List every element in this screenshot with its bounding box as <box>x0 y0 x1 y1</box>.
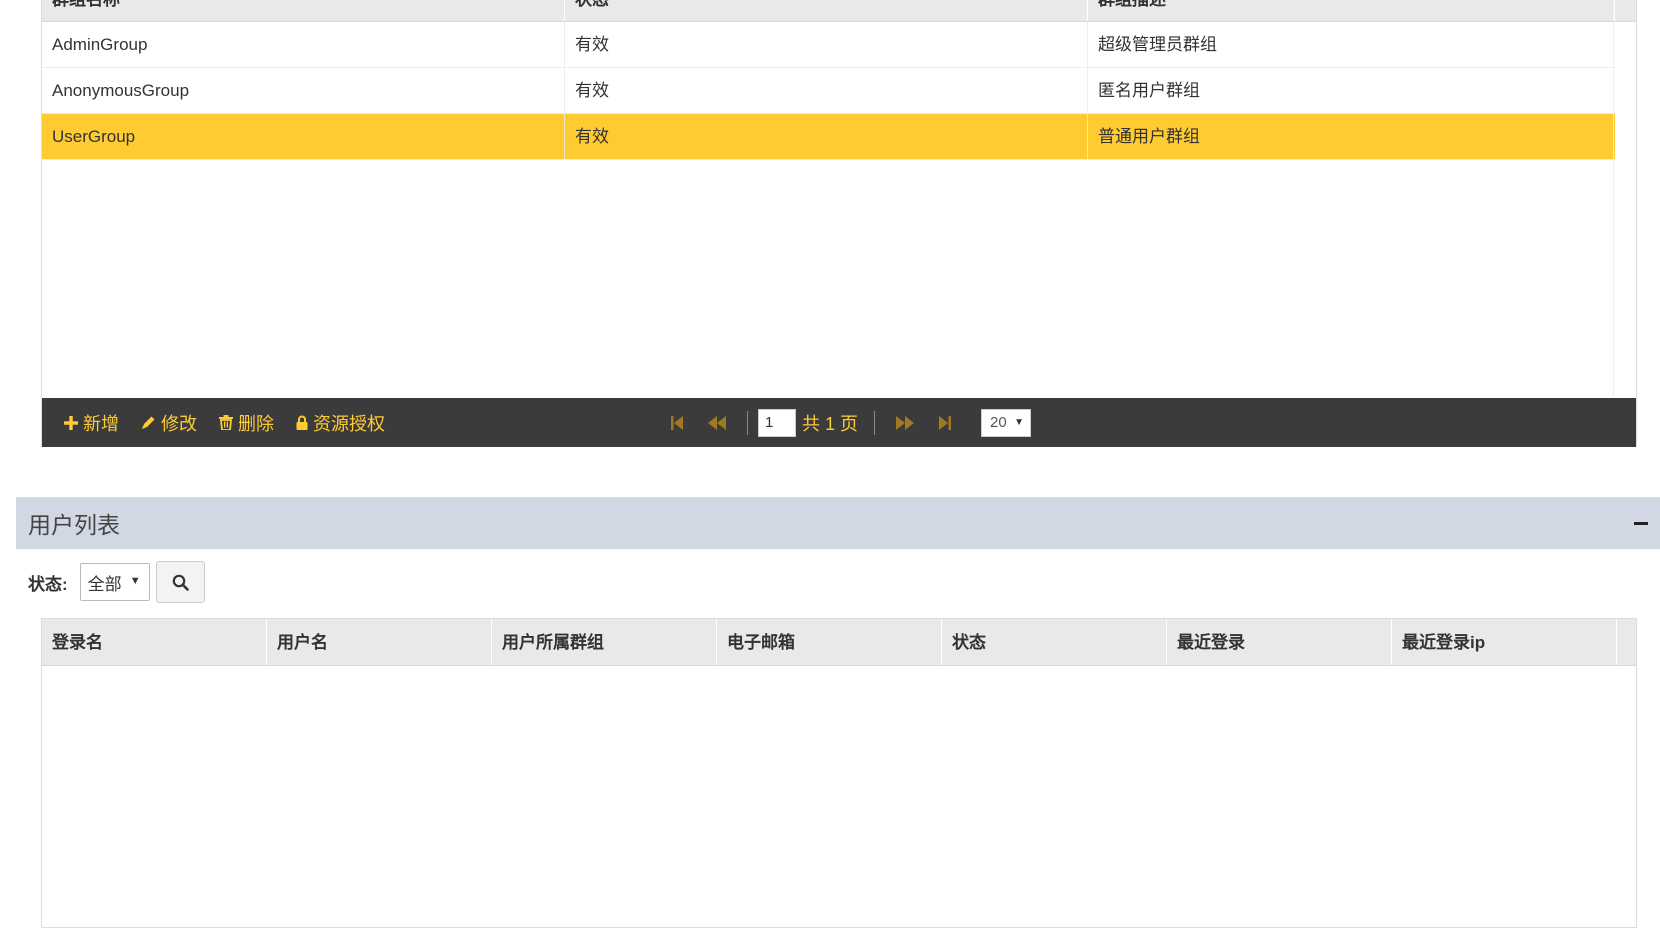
page-number-input[interactable] <box>758 408 796 437</box>
pager-separator <box>747 410 748 435</box>
dropdown-arrow-icon: ▼ <box>1014 416 1025 428</box>
group-status-cell: 有效 <box>565 114 1088 159</box>
first-page-button[interactable] <box>663 409 691 437</box>
group-grid-header: 群组名称 状态 群组描述 <box>42 0 1636 22</box>
add-label: 新增 <box>83 413 119 434</box>
toolbar-actions: 新增 修改 删除 资源授权 <box>42 410 657 436</box>
pencil-icon <box>141 415 156 430</box>
delete-label: 删除 <box>238 413 274 434</box>
column-header-user-groups[interactable]: 用户所属群组 <box>492 619 717 665</box>
users-filter-bar: 状态: 全部 ▼ <box>28 561 205 603</box>
resource-auth-button[interactable]: 资源授权 <box>296 410 385 436</box>
next-page-button[interactable] <box>891 409 919 437</box>
edit-button[interactable]: 修改 <box>141 410 197 436</box>
table-row[interactable]: AnonymousGroup 有效 匿名用户群组 <box>42 68 1615 114</box>
lock-icon <box>296 415 308 430</box>
table-row-selected[interactable]: UserGroup 有效 普通用户群组 <box>42 114 1615 160</box>
grid-toolbar: 新增 修改 删除 资源授权 1 共 1 页 20 ▼ <box>42 398 1636 447</box>
plus-icon <box>64 415 78 430</box>
group-desc-cell: 匿名用户群组 <box>1098 81 1200 100</box>
page-size-select[interactable]: 20 ▼ <box>981 408 1032 437</box>
status-filter-select[interactable]: 全部 ▼ <box>79 563 150 601</box>
column-header-last-login-ip[interactable]: 最近登录ip <box>1392 619 1617 665</box>
status-filter-value: 全部 <box>87 574 122 594</box>
pager-separator <box>874 410 876 435</box>
group-desc-cell: 超级管理员群组 <box>1098 35 1217 54</box>
first-page-icon <box>671 415 683 430</box>
page-total-text: 共 1 页 <box>802 413 859 434</box>
last-page-button[interactable] <box>931 409 959 437</box>
search-icon <box>172 574 189 591</box>
column-header-login-name[interactable]: 登录名 <box>42 619 267 665</box>
edit-label: 修改 <box>161 413 197 434</box>
column-header-group-desc[interactable]: 群组描述 <box>1088 0 1615 21</box>
last-page-icon <box>939 415 952 430</box>
page-size-value: 20 <box>990 414 1007 431</box>
group-desc-cell: 普通用户群组 <box>1098 127 1200 146</box>
users-section-header: 用户列表 <box>16 497 1660 549</box>
prev-page-button[interactable] <box>703 409 731 437</box>
column-header-group-name[interactable]: 群组名称 <box>42 0 565 21</box>
prev-page-icon <box>708 415 726 430</box>
grid-scroll-gutter <box>1613 0 1636 397</box>
group-name-cell: AnonymousGroup <box>42 68 565 113</box>
column-header-email[interactable]: 电子邮箱 <box>717 619 942 665</box>
users-grid-header: 登录名 用户名 用户所属群组 电子邮箱 状态 最近登录 最近登录ip <box>42 619 1636 666</box>
group-name-cell: UserGroup <box>42 114 565 159</box>
group-name-cell: AdminGroup <box>42 22 565 67</box>
header-gutter <box>1617 619 1636 665</box>
column-header-status[interactable]: 状态 <box>565 0 1088 21</box>
search-button[interactable] <box>155 561 205 603</box>
add-button[interactable]: 新增 <box>64 410 119 436</box>
column-header-status[interactable]: 状态 <box>942 619 1167 665</box>
column-header-user-name[interactable]: 用户名 <box>267 619 492 665</box>
users-grid-panel: 登录名 用户名 用户所属群组 电子邮箱 状态 最近登录 最近登录ip <box>41 618 1637 928</box>
column-header-last-login[interactable]: 最近登录 <box>1167 619 1392 665</box>
collapse-icon[interactable] <box>1634 521 1648 525</box>
status-filter-label: 状态: <box>28 574 68 594</box>
pagination: 共 1 页 20 ▼ <box>657 408 1032 437</box>
resource-auth-label: 资源授权 <box>313 413 385 434</box>
dropdown-arrow-icon: ▼ <box>129 575 141 587</box>
group-status-cell: 有效 <box>565 22 1088 67</box>
table-row[interactable]: AdminGroup 有效 超级管理员群组 <box>42 22 1615 68</box>
group-status-cell: 有效 <box>565 68 1088 113</box>
group-grid-panel: 群组名称 状态 群组描述 AdminGroup 有效 超级管理员群组 Anony… <box>41 0 1637 447</box>
next-page-icon <box>896 415 915 430</box>
delete-button[interactable]: 删除 <box>219 410 274 436</box>
users-section-title: 用户列表 <box>28 512 120 538</box>
trash-icon <box>219 415 233 430</box>
group-grid-body: AdminGroup 有效 超级管理员群组 AnonymousGroup 有效 … <box>42 22 1615 160</box>
